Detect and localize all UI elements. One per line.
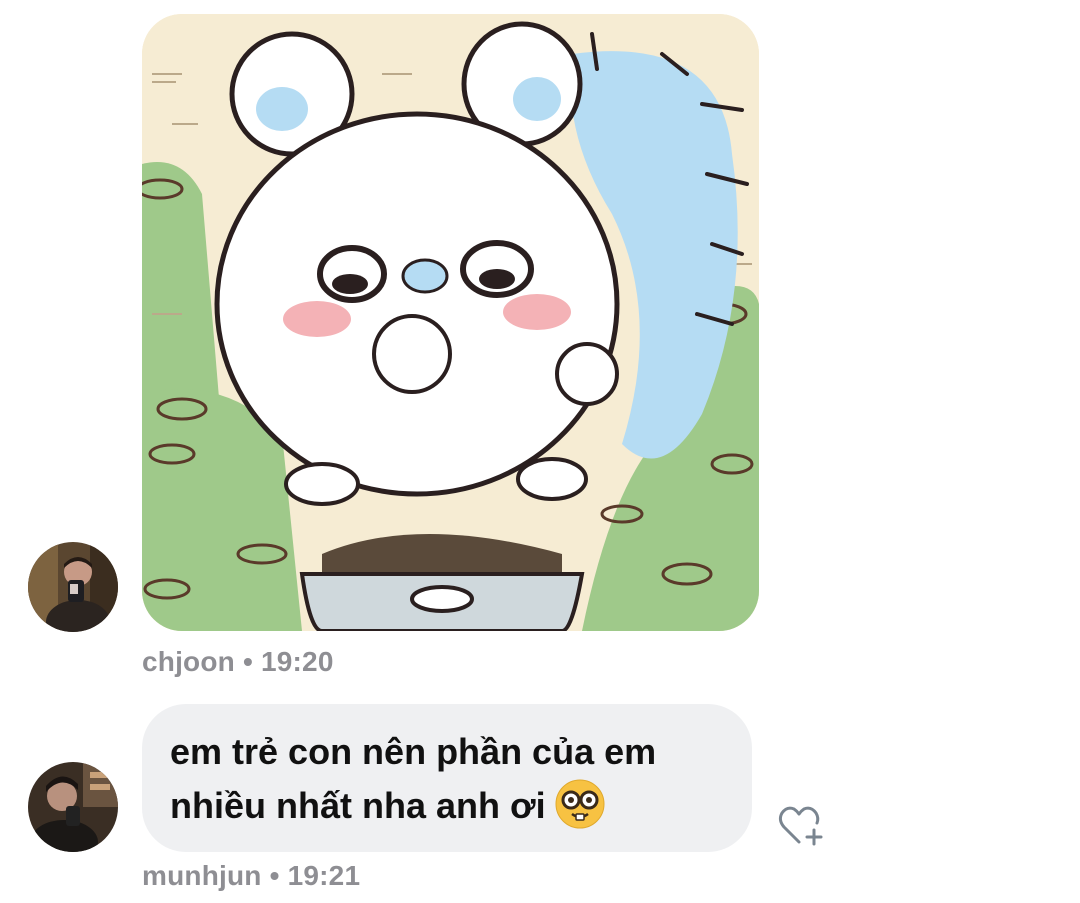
meta-separator: • — [242, 646, 253, 677]
message-text: em trẻ con nên phần của em nhiều nhất nh… — [170, 726, 728, 832]
message-time: 19:21 — [287, 860, 361, 891]
sender-avatar-chjoon[interactable] — [28, 542, 118, 632]
heart-plus-icon — [778, 806, 823, 846]
message-meta-1: chjoon • 19:20 — [142, 646, 334, 678]
meta-separator: • — [269, 860, 280, 891]
image-message-squirrel[interactable] — [142, 14, 759, 631]
sender-avatar-munhjun[interactable] — [28, 762, 118, 852]
sender-name[interactable]: chjoon — [142, 646, 235, 677]
message-meta-2: munhjun • 19:21 — [142, 860, 360, 892]
message-text-line-1: em trẻ con nên phần của em — [170, 731, 657, 772]
message-bubble[interactable]: em trẻ con nên phần của em nhiều nhất nh… — [142, 704, 752, 852]
react-button[interactable] — [776, 804, 826, 848]
message-text-line-2: nhiều nhất nha anh ơi — [170, 785, 546, 826]
sender-name[interactable]: munhjun — [142, 860, 262, 891]
message-time: 19:20 — [260, 646, 334, 677]
nerd-face-icon — [554, 778, 606, 830]
